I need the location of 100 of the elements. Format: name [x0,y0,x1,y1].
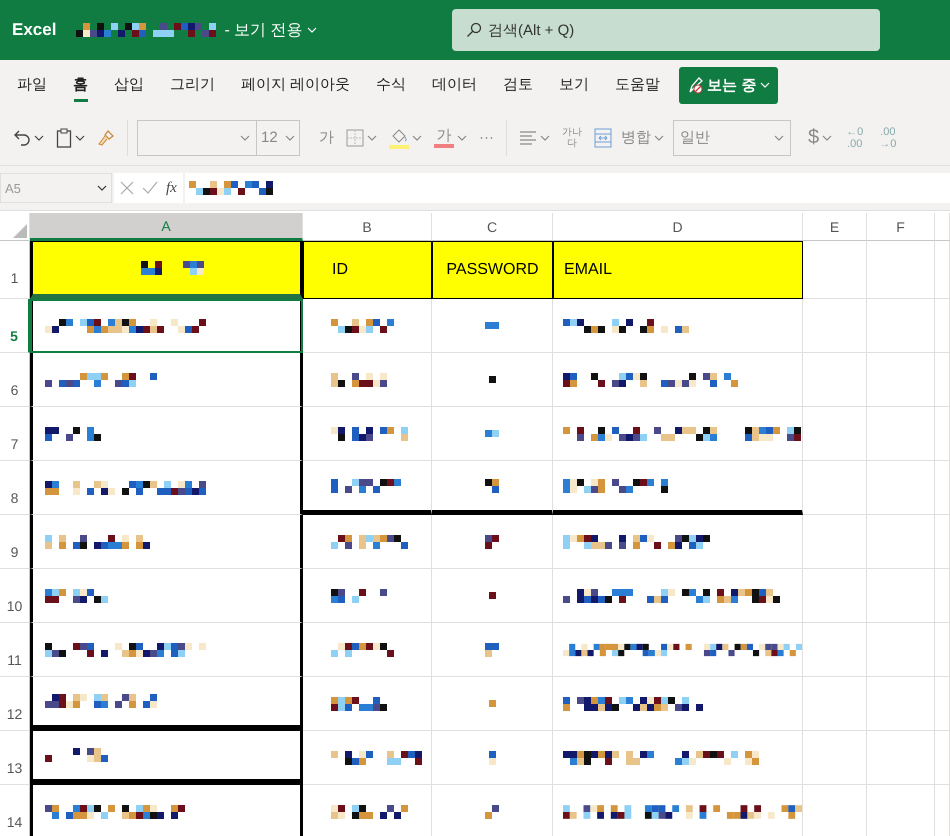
row-header[interactable]: 13 [0,731,30,785]
color-bar-icon [434,144,454,148]
empty-cell[interactable] [935,623,950,677]
table-cell[interactable] [30,515,303,569]
empty-cell[interactable] [803,515,867,569]
caret-icon [457,134,467,140]
ribbon-tab[interactable]: 도움말 [606,68,670,102]
empty-cell[interactable] [935,569,950,623]
column-header[interactable]: F [867,213,935,241]
table-cell[interactable] [30,569,303,623]
empty-cell[interactable] [803,299,867,353]
merge-cells-icon [594,128,612,148]
ribbon-tab[interactable]: 홈 [64,68,97,102]
caret-icon [412,134,422,140]
header-cell[interactable]: PASSWORD [432,241,553,299]
caret-icon [285,134,295,140]
ribbon-tab[interactable]: 그리기 [161,68,224,102]
row-header[interactable]: 5 [0,299,30,353]
empty-cell[interactable] [867,407,935,461]
caret-icon [97,185,107,191]
empty-cell[interactable] [867,677,935,731]
empty-cell[interactable] [803,677,867,731]
caret-icon [306,27,317,33]
font-name-dropdown[interactable] [137,120,257,156]
pencil-blocked-icon [687,76,704,94]
table-cell[interactable] [30,407,303,461]
empty-cell[interactable] [935,353,950,407]
empty-cell[interactable] [935,461,950,515]
empty-cell[interactable] [867,461,935,515]
row-header[interactable]: 10 [0,569,30,623]
row-header[interactable]: 7 [0,407,30,461]
pixelated-text-drawing [488,376,496,383]
caret-icon [760,82,770,88]
ribbon-tab[interactable]: 보기 [550,68,598,102]
ribbon-tab[interactable]: 검토 [494,68,542,102]
empty-cell[interactable] [803,623,867,677]
pixelated-text-drawing [488,592,496,599]
empty-cell[interactable] [867,731,935,785]
table-cell[interactable] [30,785,303,836]
ribbon-tab[interactable]: 삽입 [105,68,153,102]
pixelated-text-drawing [45,426,101,440]
insert-function-button[interactable]: fx [166,180,177,196]
empty-cell[interactable] [803,353,867,407]
borders-icon [346,128,364,146]
formula-input[interactable] [184,173,950,203]
empty-cell[interactable] [935,407,950,461]
empty-cell[interactable] [803,569,867,623]
column-header[interactable]: E [803,213,867,241]
table-cell[interactable] [30,353,303,407]
empty-cell[interactable] [803,461,867,515]
pixelated-text-drawing [488,700,496,707]
ribbon-tab[interactable]: 파일 [8,68,56,102]
table-cell[interactable] [30,461,303,515]
ribbon-tab[interactable]: 수식 [367,68,416,102]
row-header[interactable]: 8 [0,461,30,515]
pixelated-text-drawing [488,750,496,764]
row-header[interactable]: 12 [0,677,30,731]
empty-cell[interactable] [935,731,950,785]
column-header[interactable]: B [303,213,432,241]
empty-cell[interactable] [867,241,935,299]
column-header[interactable]: C [432,213,553,241]
pixelated-text-drawing [45,748,108,762]
search-field[interactable]: 검색(Alt + Q) [452,9,880,51]
ribbon-tab[interactable]: 데이터 [423,68,486,102]
empty-cell[interactable] [867,353,935,407]
pixelated-text-drawing [331,588,387,602]
empty-cell[interactable] [935,677,950,731]
empty-cell[interactable] [867,569,935,623]
table-cell[interactable] [30,731,303,785]
pixelated-text-drawing [485,642,499,656]
pixelated-text-drawing [331,478,401,492]
row-header[interactable]: 6 [0,353,30,407]
ribbon-tab[interactable]: 페이지 레이아웃 [232,68,360,102]
row-header[interactable]: 11 [0,623,30,677]
pixelated-text-drawing [331,372,387,386]
search-icon [466,22,482,38]
empty-cell[interactable] [935,515,950,569]
table-cell[interactable] [30,677,303,731]
view-mode-label[interactable]: - 보기 전용 [224,20,303,40]
empty-cell[interactable] [803,731,867,785]
table-cell[interactable] [30,299,303,353]
empty-cell[interactable] [803,407,867,461]
row-header[interactable]: 9 [0,515,30,569]
column-header[interactable] [935,213,950,241]
header-cell[interactable]: ID [303,241,432,299]
empty-cell[interactable] [935,299,950,353]
viewing-mode-button[interactable]: 보는 중 [679,66,778,104]
cancel-icon [120,181,134,195]
pixelated-text-drawing [485,430,499,437]
empty-cell[interactable] [867,515,935,569]
empty-cell[interactable] [867,623,935,677]
table-cell[interactable] [30,241,303,299]
header-cell[interactable]: EMAIL [553,241,803,299]
column-header[interactable]: D [553,213,803,241]
empty-cell[interactable] [867,299,935,353]
caret-icon [367,134,377,140]
pixelated-text-drawing [485,534,499,548]
caret-icon [34,134,44,140]
table-cell[interactable] [30,623,303,677]
row-header[interactable]: 14 [0,785,30,836]
